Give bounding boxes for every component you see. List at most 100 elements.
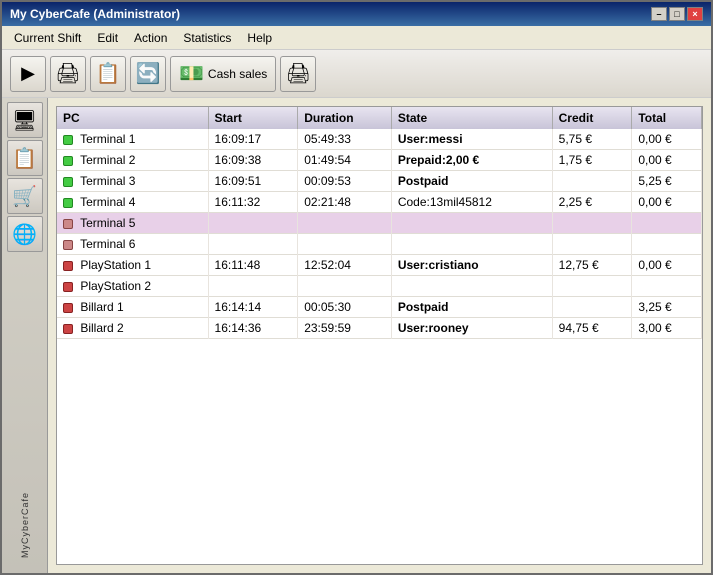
list-icon: 📋 (12, 146, 37, 171)
cell-credit: 5,75 € (552, 129, 632, 150)
table-row[interactable]: Terminal 3 16:09:51 00:09:53 Postpaid 5,… (57, 171, 702, 192)
menu-statistics[interactable]: Statistics (175, 29, 239, 47)
cell-duration (298, 234, 392, 255)
sidebar-web-icon[interactable]: 🌐 (7, 216, 43, 252)
status-dot (63, 156, 73, 166)
cell-start: 16:09:17 (208, 129, 298, 150)
col-start: Start (208, 107, 298, 129)
table-row[interactable]: PlayStation 1 16:11:48 12:52:04 User:cri… (57, 255, 702, 276)
close-button[interactable]: × (687, 7, 703, 21)
main-window: My CyberCafe (Administrator) – □ × Curre… (0, 0, 713, 575)
status-dot (63, 219, 73, 229)
status-dot (63, 135, 73, 145)
sidebar-cart-icon[interactable]: 🛒 (7, 178, 43, 214)
table-row[interactable]: Billard 1 16:14:14 00:05:30 Postpaid 3,2… (57, 297, 702, 318)
menu-action[interactable]: Action (126, 29, 175, 47)
printer2-button[interactable]: 🖨 (280, 56, 316, 92)
sidebar: 🖥 📋 🛒 🌐 MyCyberCafe (2, 98, 48, 573)
col-total: Total (632, 107, 702, 129)
cell-duration (298, 276, 392, 297)
cell-pc: Terminal 4 (57, 192, 208, 213)
cell-state: User:messi (391, 129, 552, 150)
cell-credit (552, 276, 632, 297)
cell-start: 16:09:51 (208, 171, 298, 192)
status-dot (63, 324, 73, 334)
cell-total: 0,00 € (632, 129, 702, 150)
cell-total: 0,00 € (632, 150, 702, 171)
col-state: State (391, 107, 552, 129)
cell-duration: 00:05:30 (298, 297, 392, 318)
menubar: Current Shift Edit Action Statistics Hel… (2, 26, 711, 50)
sidebar-computer-icon[interactable]: 🖥 (7, 102, 43, 138)
cell-state (391, 276, 552, 297)
cell-start (208, 213, 298, 234)
cell-pc: PlayStation 1 (57, 255, 208, 276)
table-row[interactable]: Terminal 1 16:09:17 05:49:33 User:messi … (57, 129, 702, 150)
table-row[interactable]: Terminal 4 16:11:32 02:21:48 Code:13mil4… (57, 192, 702, 213)
play-icon: ▶ (21, 63, 35, 84)
menu-edit[interactable]: Edit (89, 29, 126, 47)
table-row[interactable]: Billard 2 16:14:36 23:59:59 User:rooney … (57, 318, 702, 339)
table-container: PC Start Duration State Credit Total Ter… (56, 106, 703, 565)
cell-total: 5,25 € (632, 171, 702, 192)
status-dot (63, 282, 73, 292)
cell-total: 3,25 € (632, 297, 702, 318)
cell-total: 3,00 € (632, 318, 702, 339)
table-row[interactable]: Terminal 6 (57, 234, 702, 255)
table-row[interactable]: Terminal 5 (57, 213, 702, 234)
main-content: 🖥 📋 🛒 🌐 MyCyberCafe PC Start Duration (2, 98, 711, 573)
cell-start (208, 234, 298, 255)
cell-pc: Terminal 1 (57, 129, 208, 150)
menu-help[interactable]: Help (239, 29, 280, 47)
cart-icon: 🛒 (12, 184, 37, 209)
refresh-icon: 🔄 (136, 61, 161, 86)
col-pc: PC (57, 107, 208, 129)
cell-pc: PlayStation 2 (57, 276, 208, 297)
col-duration: Duration (298, 107, 392, 129)
cell-pc: Billard 1 (57, 297, 208, 318)
cell-state (391, 213, 552, 234)
cell-start: 16:11:32 (208, 192, 298, 213)
window-controls: – □ × (651, 7, 703, 21)
cell-credit: 2,25 € (552, 192, 632, 213)
sidebar-list-icon[interactable]: 📋 (7, 140, 43, 176)
cell-duration: 05:49:33 (298, 129, 392, 150)
cell-start (208, 276, 298, 297)
print-button[interactable]: 🖨 (50, 56, 86, 92)
app-label: MyCyberCafe (2, 485, 48, 565)
cell-credit (552, 297, 632, 318)
maximize-button[interactable]: □ (669, 7, 685, 21)
cell-credit: 1,75 € (552, 150, 632, 171)
cell-total: 0,00 € (632, 192, 702, 213)
cell-total (632, 276, 702, 297)
play-button[interactable]: ▶ (10, 56, 46, 92)
cell-pc: Terminal 6 (57, 234, 208, 255)
cell-duration (298, 213, 392, 234)
col-credit: Credit (552, 107, 632, 129)
table-row[interactable]: Terminal 2 16:09:38 01:49:54 Prepaid:2,0… (57, 150, 702, 171)
cell-credit: 12,75 € (552, 255, 632, 276)
clipboard-icon: 📋 (96, 61, 121, 86)
cell-state (391, 234, 552, 255)
cell-state: Prepaid:2,00 € (391, 150, 552, 171)
cell-start: 16:09:38 (208, 150, 298, 171)
cash-icon: 💵 (179, 61, 204, 86)
cell-state: Postpaid (391, 171, 552, 192)
cell-credit (552, 234, 632, 255)
status-dot (63, 240, 73, 250)
cell-pc: Billard 2 (57, 318, 208, 339)
status-dot (63, 198, 73, 208)
cell-pc: Terminal 5 (57, 213, 208, 234)
cell-duration: 23:59:59 (298, 318, 392, 339)
cell-start: 16:14:36 (208, 318, 298, 339)
cell-state: User:cristiano (391, 255, 552, 276)
minimize-button[interactable]: – (651, 7, 667, 21)
refresh-button[interactable]: 🔄 (130, 56, 166, 92)
menu-current-shift[interactable]: Current Shift (6, 29, 89, 47)
clipboard-button[interactable]: 📋 (90, 56, 126, 92)
cell-duration: 01:49:54 (298, 150, 392, 171)
table-row[interactable]: PlayStation 2 (57, 276, 702, 297)
printer2-icon: 🖨 (286, 61, 311, 86)
cash-sales-button[interactable]: 💵 Cash sales (170, 56, 276, 92)
table-header-row: PC Start Duration State Credit Total (57, 107, 702, 129)
